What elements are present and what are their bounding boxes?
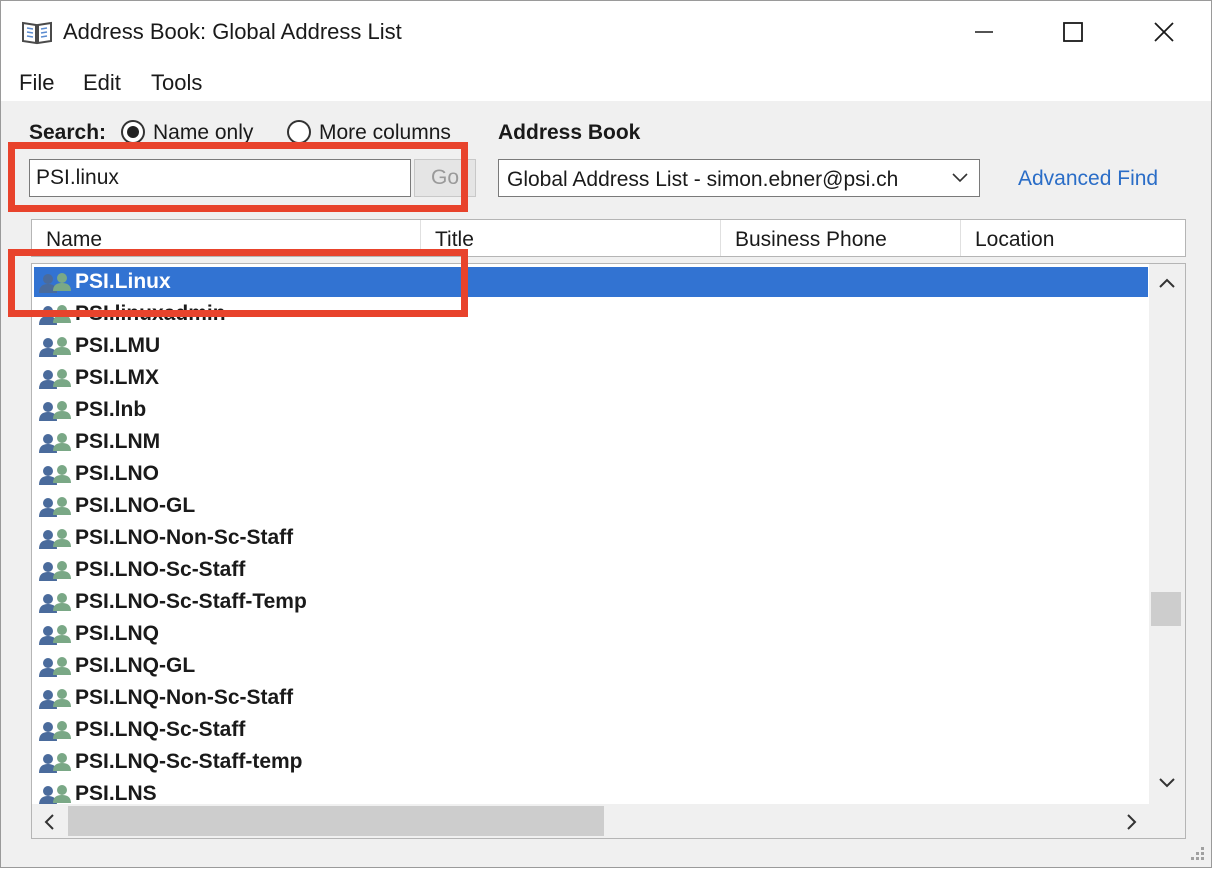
list-item-label: PSI.LNQ-Non-Sc-Staff <box>75 686 294 709</box>
group-contact-icon <box>39 593 71 613</box>
list-item-label: PSI.LNQ-Sc-Staff <box>75 718 246 741</box>
list-item[interactable]: PSI.LNS <box>34 779 1148 804</box>
list-item-label: PSI.LNQ-GL <box>75 654 196 677</box>
menu-edit[interactable]: Edit <box>83 70 121 96</box>
chevron-down-icon <box>952 173 968 183</box>
column-header-row: Name Title Business Phone Location <box>31 219 1186 257</box>
menu-bar: File Edit Tools <box>1 63 1211 101</box>
close-button[interactable] <box>1119 1 1209 63</box>
address-book-icon <box>22 21 52 45</box>
minimize-icon <box>975 31 993 33</box>
address-book-dropdown[interactable]: Global Address List - simon.ebner@psi.ch <box>498 159 980 197</box>
search-label: Search: <box>29 121 107 144</box>
group-contact-icon <box>39 753 71 773</box>
list-item-label: PSI.LNO-Non-Sc-Staff <box>75 526 294 549</box>
window-title: Address Book: Global Address List <box>63 19 402 44</box>
group-contact-icon <box>39 305 71 325</box>
maximize-icon <box>1063 22 1083 42</box>
list-item-label: PSI.LNS <box>75 782 157 804</box>
group-contact-icon <box>39 625 71 645</box>
list-item[interactable]: PSI.LNQ-Non-Sc-Staff <box>34 683 1148 713</box>
list-item[interactable]: PSI.LNO-Non-Sc-Staff <box>34 523 1148 553</box>
group-contact-icon <box>39 657 71 677</box>
group-contact-icon <box>39 337 71 357</box>
vertical-scrollbar[interactable] <box>1149 264 1185 804</box>
resize-grip-icon[interactable] <box>1189 845 1207 863</box>
group-contact-icon <box>39 721 71 741</box>
list-item[interactable]: PSI.LMU <box>34 331 1148 361</box>
list-item-label: PSI.LNO-Sc-Staff <box>75 558 246 581</box>
group-contact-icon <box>39 273 71 293</box>
results-rows: PSI.Linux PSI.linuxadmin PSI.LMU PSI.LMX PSI… <box>32 264 1149 804</box>
address-book-selected-value: Global Address List - simon.ebner@psi.ch <box>507 168 899 191</box>
list-item-label: PSI.LNO <box>75 462 160 485</box>
scroll-down-icon[interactable] <box>1157 776 1177 790</box>
address-book-label: Address Book <box>498 121 641 144</box>
group-contact-icon <box>39 689 71 709</box>
list-item[interactable]: PSI.LNQ-Sc-Staff <box>34 715 1148 745</box>
list-item-label: PSI.LMX <box>75 366 160 389</box>
group-contact-icon <box>39 785 71 804</box>
minimize-button[interactable] <box>939 1 1029 63</box>
vertical-scroll-thumb[interactable] <box>1151 592 1181 626</box>
radio-name-only-label[interactable]: Name only <box>153 121 253 145</box>
group-contact-icon <box>39 497 71 517</box>
list-item[interactable]: PSI.LNO-Sc-Staff <box>34 555 1148 585</box>
radio-more-columns[interactable] <box>287 120 311 144</box>
title-bar[interactable]: Address Book: Global Address List <box>1 1 1211 63</box>
results-list: PSI.Linux PSI.linuxadmin PSI.LMU PSI.LMX PSI… <box>31 263 1186 839</box>
list-item[interactable]: PSI.LNQ <box>34 619 1148 649</box>
column-header-name[interactable]: Name <box>32 220 421 256</box>
horizontal-scroll-thumb[interactable] <box>68 806 604 836</box>
list-item-label: PSI.LNM <box>75 430 161 453</box>
list-item[interactable]: PSI.LNQ-GL <box>34 651 1148 681</box>
list-item-label: PSI.LNO-Sc-Staff-Temp <box>75 590 307 613</box>
list-item[interactable]: PSI.LNO-GL <box>34 491 1148 521</box>
radio-name-only[interactable] <box>121 120 145 144</box>
group-contact-icon <box>39 369 71 389</box>
column-header-title[interactable]: Title <box>421 220 721 256</box>
list-item[interactable]: PSI.Linux <box>34 267 1148 297</box>
menu-file[interactable]: File <box>19 70 54 96</box>
group-contact-icon <box>39 401 71 421</box>
list-item-label: PSI.LMU <box>75 334 161 357</box>
list-item[interactable]: PSI.LNQ-Sc-Staff-temp <box>34 747 1148 777</box>
advanced-find-link[interactable]: Advanced Find <box>1018 167 1158 191</box>
scroll-left-icon[interactable] <box>42 813 56 831</box>
group-contact-icon <box>39 433 71 453</box>
list-item-label: PSI.LNQ <box>75 622 160 645</box>
list-item-label: PSI.lnb <box>75 398 147 421</box>
list-item[interactable]: PSI.LNO <box>34 459 1148 489</box>
list-item-label: PSI.Linux <box>75 270 171 293</box>
group-contact-icon <box>39 561 71 581</box>
horizontal-scrollbar[interactable] <box>32 804 1149 838</box>
maximize-button[interactable] <box>1029 1 1119 63</box>
group-contact-icon <box>39 529 71 549</box>
column-header-business-phone[interactable]: Business Phone <box>721 220 961 256</box>
close-icon <box>1154 22 1174 42</box>
group-contact-icon <box>39 465 71 485</box>
scroll-right-icon[interactable] <box>1125 813 1139 831</box>
search-input[interactable] <box>29 159 411 197</box>
radio-more-columns-label[interactable]: More columns <box>319 121 451 145</box>
column-header-location[interactable]: Location <box>961 220 1161 256</box>
address-book-window: Address Book: Global Address List File E… <box>0 0 1212 868</box>
list-item[interactable]: PSI.LNO-Sc-Staff-Temp <box>34 587 1148 617</box>
scrollbar-corner <box>1149 804 1185 838</box>
scroll-up-icon[interactable] <box>1157 276 1177 290</box>
list-item-label: PSI.LNO-GL <box>75 494 196 517</box>
list-item-label: PSI.linuxadmin <box>75 302 226 325</box>
radio-selected-dot <box>127 126 139 138</box>
list-item[interactable]: PSI.LNM <box>34 427 1148 457</box>
go-button[interactable]: Go <box>414 159 476 197</box>
list-item[interactable]: PSI.linuxadmin <box>34 299 1148 329</box>
menu-tools[interactable]: Tools <box>151 70 202 96</box>
list-item-label: PSI.LNQ-Sc-Staff-temp <box>75 750 303 773</box>
list-item[interactable]: PSI.lnb <box>34 395 1148 425</box>
list-item[interactable]: PSI.LMX <box>34 363 1148 393</box>
